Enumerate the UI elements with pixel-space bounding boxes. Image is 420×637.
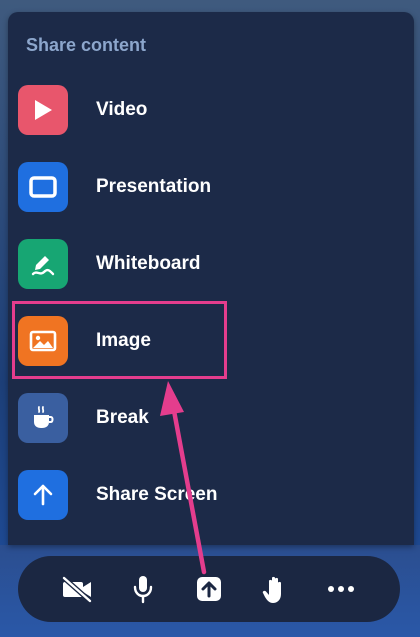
share-button[interactable] [189, 569, 229, 609]
menu-item-label: Whiteboard [96, 253, 201, 274]
share-icon [197, 577, 221, 601]
menu-item-video[interactable]: Video [18, 82, 388, 138]
menu-item-label: Video [96, 99, 148, 120]
pen-icon [18, 239, 68, 289]
menu-item-whiteboard[interactable]: Whiteboard [18, 236, 388, 292]
menu-item-share-screen[interactable]: Share Screen [18, 467, 388, 523]
more-icon [328, 586, 354, 592]
menu-item-label: Share Screen [96, 484, 218, 505]
menu-item-break[interactable]: Break [18, 390, 388, 446]
coffee-icon [18, 393, 68, 443]
more-button[interactable] [321, 569, 361, 609]
microphone-icon [133, 576, 153, 604]
menu-item-label: Presentation [96, 176, 212, 197]
menu-item-label: Break [96, 407, 149, 428]
menu-item-image[interactable]: Image [18, 313, 388, 369]
meeting-toolbar [18, 556, 400, 622]
menu-item-label: Image [96, 330, 151, 351]
raise-hand-icon [262, 576, 281, 603]
raise-hand-button[interactable] [255, 569, 295, 609]
menu-item-presentation[interactable]: Presentation [18, 159, 388, 215]
menu-header: Share content [26, 35, 147, 55]
play-icon [18, 85, 68, 135]
image-icon [18, 316, 68, 366]
microphone-button[interactable] [123, 569, 163, 609]
upload-arrow-icon [18, 470, 68, 520]
camera-off-button[interactable] [57, 569, 97, 609]
screen: Share content Video Presentation Whitebo… [0, 0, 420, 637]
screen-icon [18, 162, 68, 212]
camera-off-icon [62, 576, 92, 603]
